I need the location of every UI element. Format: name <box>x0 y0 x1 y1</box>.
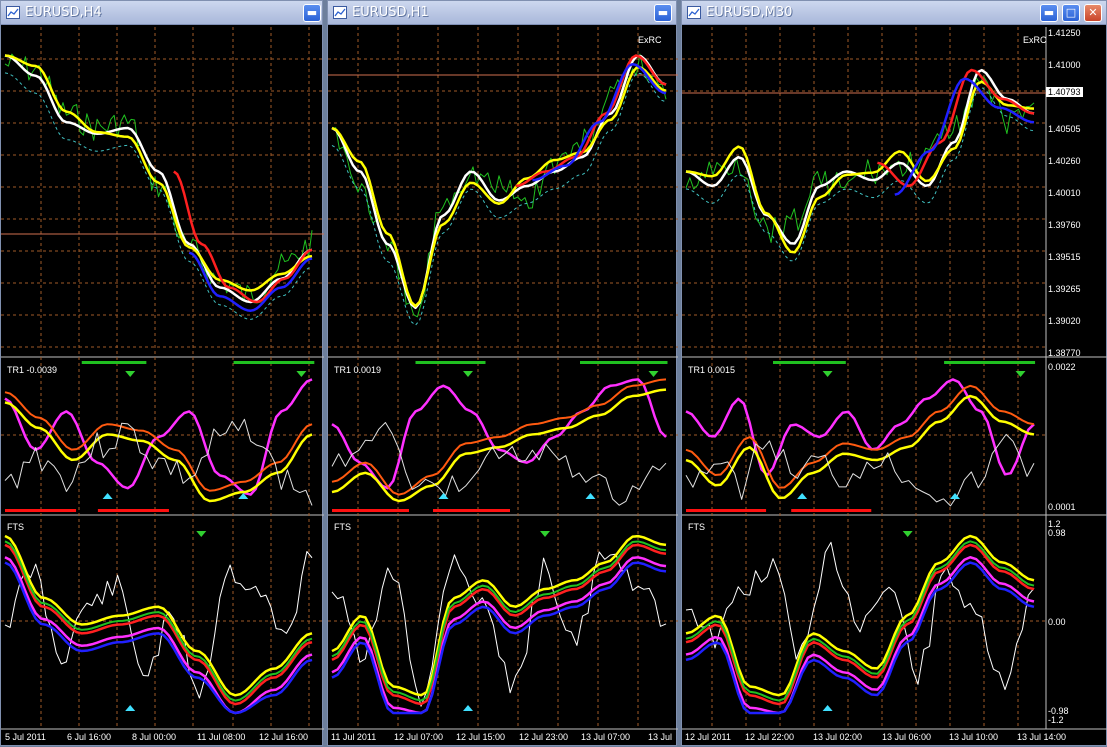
time-label: 12 Jul 23:00 <box>519 732 569 742</box>
time-label: 12 Jul 2011 <box>685 732 731 742</box>
time-label: 11 Jul 08:00 <box>197 732 246 742</box>
price-label: 1.40260 <box>1048 156 1081 166</box>
fts-magenta <box>4 556 313 715</box>
price-label: 1.39020 <box>1048 316 1081 326</box>
time-label: 12 Jul 22:00 <box>745 732 795 742</box>
time-label: 11 Jul 2011 <box>331 732 377 742</box>
time-label: 12 Jul 16:00 <box>259 732 309 742</box>
trend-line <box>4 54 313 304</box>
down-arrow-icon <box>902 531 913 537</box>
indicator-label: FTS <box>688 522 705 532</box>
price-label: 1.40010 <box>1048 188 1081 198</box>
down-arrow-icon <box>822 371 833 377</box>
down-arrow-icon <box>463 371 473 377</box>
current-price-label: 1.40793 <box>1046 87 1083 97</box>
time-label: 12 Jul 15:00 <box>456 732 506 742</box>
time-axis: 5 Jul 2011 6 Jul 16:00 8 Jul 00:00 11 Ju… <box>1 732 324 746</box>
price-label: 1.39515 <box>1048 252 1081 262</box>
down-arrow-icon <box>196 531 207 537</box>
scale-label: 0.00 <box>1048 617 1066 627</box>
fts-blue <box>331 561 667 715</box>
up-arrow-icon <box>822 705 833 711</box>
time-label: 13 Jul 02:00 <box>813 732 863 742</box>
tr1-signal <box>4 391 313 492</box>
trend-line <box>685 68 1035 245</box>
time-label: 6 Jul 16:00 <box>67 732 112 742</box>
time-label: 13 Jul 10:00 <box>949 732 999 742</box>
indicator-label: TR1 0.0019 <box>334 365 382 375</box>
tr1-signal <box>331 378 667 496</box>
price-label: 1.38770 <box>1048 348 1081 358</box>
fts-red <box>331 543 667 706</box>
time-label: 13 Jul 06:00 <box>882 732 932 742</box>
down-arrow-icon <box>296 371 307 377</box>
signal-bar-green <box>415 361 486 364</box>
signal-bar-red <box>332 509 409 512</box>
fts-blue <box>4 561 313 715</box>
time-label: 12 Jul 07:00 <box>394 732 444 742</box>
exrc-badge: ExRC <box>638 35 662 45</box>
time-axis: 12 Jul 2011 12 Jul 22:00 13 Jul 02:00 13… <box>682 732 1107 746</box>
signal-bar-green <box>233 361 315 364</box>
up-arrow-icon <box>438 493 449 499</box>
exrc-badge: ExRC <box>1023 35 1047 45</box>
scale-label: 0.0022 <box>1048 362 1076 372</box>
up-arrow-icon <box>125 705 136 711</box>
up-arrow-icon <box>463 705 473 711</box>
price-label: 1.41250 <box>1048 28 1081 38</box>
price-candles <box>685 76 1035 244</box>
down-arrow-icon <box>648 371 659 377</box>
price-label: 1.39265 <box>1048 284 1081 294</box>
chart-window-h4[interactable]: EURUSD,H4 ▬ TR1 -0.0039 FTS 5 Jul 2011 6… <box>0 0 324 746</box>
scale-label: 0.98 <box>1048 528 1066 538</box>
up-arrow-icon <box>797 493 808 499</box>
time-label: 13 Jul 14:00 <box>1017 732 1067 742</box>
indicator-scale: 0.0022 0.0001 <box>1046 359 1106 519</box>
signal-bar-red <box>433 509 510 512</box>
time-label: 8 Jul 00:00 <box>132 732 177 742</box>
up-arrow-icon <box>102 493 113 499</box>
indicator-label: FTS <box>7 522 24 532</box>
scale-label: 0.0001 <box>1048 502 1076 512</box>
indicator-label: TR1 -0.0039 <box>7 365 58 375</box>
tr1-signal <box>685 384 1035 489</box>
signal-bar-green <box>944 361 1036 364</box>
signal-bar-red <box>791 509 872 512</box>
scale-label: -1.2 <box>1048 715 1064 725</box>
indicator-label: TR1 0.0015 <box>688 365 736 375</box>
up-arrow-icon <box>585 493 596 499</box>
tr1-white <box>685 433 1035 507</box>
down-arrow-icon <box>125 371 136 377</box>
signal-bar-red <box>5 509 77 512</box>
signal-bar-red <box>686 509 767 512</box>
fts-blue <box>685 561 1035 715</box>
chart-window-m30[interactable]: EURUSD,M30 ▬ □ ✕ ExRC TR1 0.0015 FTS 1.4… <box>681 0 1107 746</box>
down-arrow-icon <box>540 531 550 537</box>
time-label: 13 Jul <box>648 732 673 742</box>
price-axis: 1.41250 1.41000 1.40793 1.40505 1.40260 … <box>1046 27 1106 358</box>
indicator-label: FTS <box>334 522 351 532</box>
time-label: 13 Jul 07:00 <box>581 732 631 742</box>
signal-bar-green <box>580 361 668 364</box>
chart-window-h1[interactable]: EURUSD,H1 ▬ ExRC TR1 0.0019 FTS 11 Jul 2… <box>327 0 678 746</box>
signal-bar-green <box>773 361 846 364</box>
indicator-scale: 1.2 0.98 0.00 -0.98 -1.2 <box>1046 517 1106 727</box>
down-arrow-icon <box>1015 371 1026 377</box>
price-label: 1.40505 <box>1048 124 1081 134</box>
price-label: 1.41000 <box>1048 60 1081 70</box>
price-label: 1.39760 <box>1048 220 1081 230</box>
time-label: 5 Jul 2011 <box>5 732 46 742</box>
signal-bar-green <box>81 361 147 364</box>
price-chart[interactable] <box>682 1 1107 747</box>
signal-bar-red <box>97 509 169 512</box>
time-axis: 11 Jul 2011 12 Jul 07:00 12 Jul 15:00 12… <box>328 732 678 746</box>
fts-red <box>4 543 313 706</box>
